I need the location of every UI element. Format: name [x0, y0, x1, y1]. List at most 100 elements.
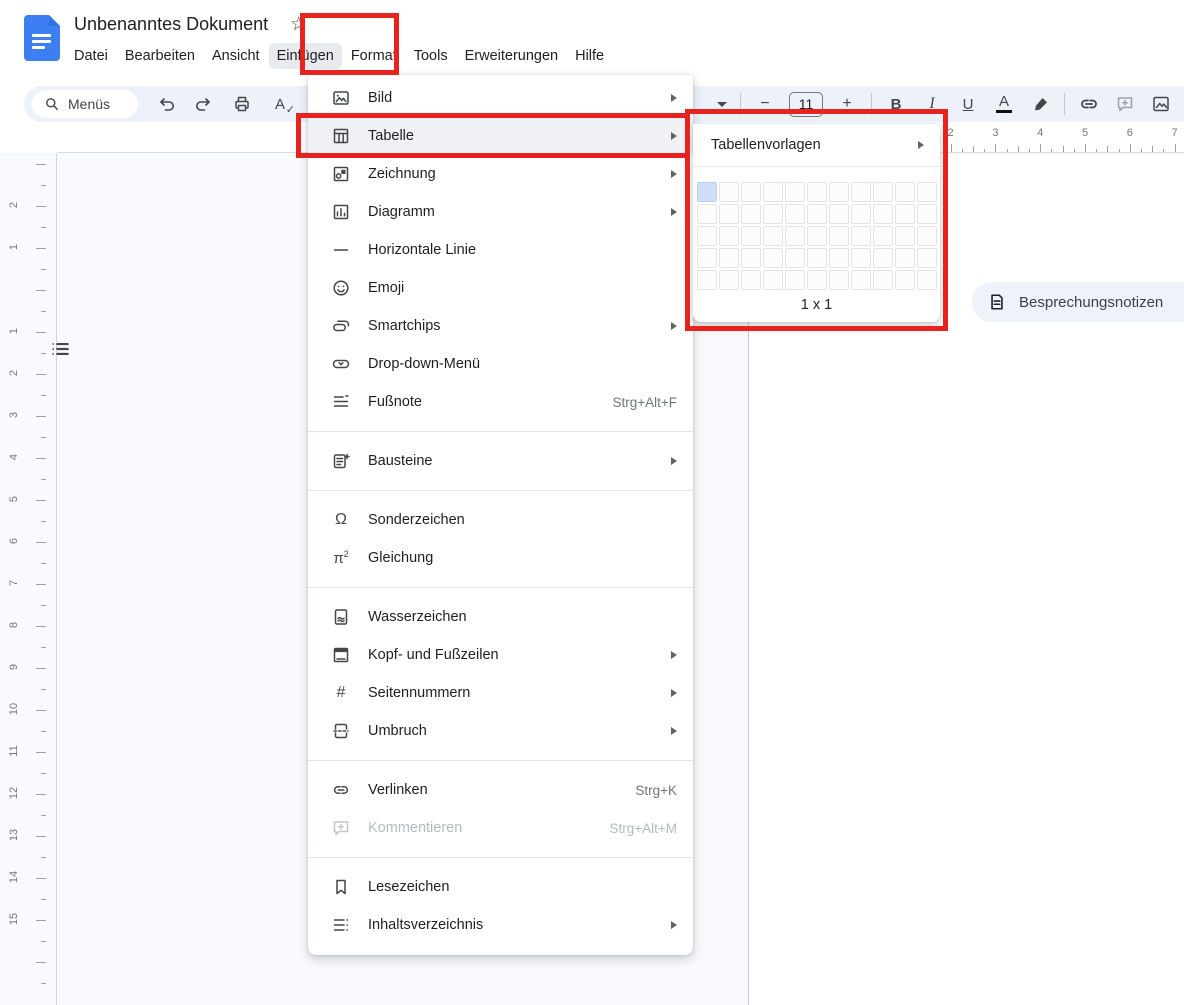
table-grid-cell[interactable] — [807, 182, 827, 202]
table-grid-cell[interactable] — [917, 248, 937, 268]
table-grid-cell[interactable] — [895, 182, 915, 202]
font-size-input[interactable]: 11 — [789, 91, 823, 117]
table-grid-cell[interactable] — [873, 270, 893, 290]
menu-item-umbruch[interactable]: Umbruch — [308, 712, 693, 750]
table-grid-cell[interactable] — [917, 204, 937, 224]
table-grid-cell[interactable] — [741, 182, 761, 202]
menu-item-drop-down-men[interactable]: Drop-down-Menü — [308, 345, 693, 383]
add-comment-icon[interactable] — [1113, 92, 1137, 116]
spellcheck-icon[interactable]: A ✓ — [268, 92, 295, 117]
increase-font-button[interactable]: + — [835, 92, 859, 116]
underline-button[interactable]: U — [956, 92, 980, 116]
table-grid-cell[interactable] — [873, 248, 893, 268]
table-grid-cell[interactable] — [917, 182, 937, 202]
table-grid-cell[interactable] — [851, 226, 871, 246]
table-grid-cell[interactable] — [807, 270, 827, 290]
zoom-caret-icon[interactable] — [716, 92, 728, 116]
table-grid-cell[interactable] — [785, 226, 805, 246]
table-grid-cell[interactable] — [895, 248, 915, 268]
menu-item-wasserzeichen[interactable]: Wasserzeichen — [308, 598, 693, 636]
document-outline-icon[interactable] — [46, 335, 74, 363]
menus-search-button[interactable]: Menüs — [32, 90, 138, 118]
document-title[interactable]: Unbenanntes Dokument — [74, 14, 268, 35]
menubar-item-format[interactable]: Format — [343, 43, 405, 69]
menu-item-tabelle[interactable]: Tabelle — [308, 117, 693, 155]
menu-item-diagramm[interactable]: Diagramm — [308, 193, 693, 231]
menu-item-smartchips[interactable]: Smartchips — [308, 307, 693, 345]
highlight-color-icon[interactable] — [1028, 92, 1052, 116]
menu-item-kopf-und-fu-zeilen[interactable]: Kopf- und Fußzeilen — [308, 636, 693, 674]
menubar-item-tools[interactable]: Tools — [406, 43, 456, 69]
table-grid-cell[interactable] — [763, 248, 783, 268]
table-grid-cell[interactable] — [697, 270, 717, 290]
table-grid-cell[interactable] — [851, 204, 871, 224]
menubar-item-bearbeiten[interactable]: Bearbeiten — [117, 43, 203, 69]
table-grid-cell[interactable] — [895, 226, 915, 246]
menu-item-fu-note[interactable]: Fußnote Strg+Alt+F — [308, 383, 693, 421]
table-grid-cell[interactable] — [807, 248, 827, 268]
table-grid-cell[interactable] — [785, 248, 805, 268]
table-grid-cell[interactable] — [895, 204, 915, 224]
menu-item-tabellenvorlagen[interactable]: Tabellenvorlagen — [693, 124, 940, 166]
table-grid-cell[interactable] — [829, 204, 849, 224]
table-grid-cell[interactable] — [851, 248, 871, 268]
redo-icon[interactable] — [192, 92, 216, 116]
menu-item-bild[interactable]: Bild — [308, 79, 693, 117]
table-grid-cell[interactable] — [763, 182, 783, 202]
vertical-ruler[interactable]: 2 1 1 2 3 4 5 6 7 8 9 10 11 12 13 14 15 — [0, 153, 57, 1005]
star-icon[interactable]: ☆ — [290, 15, 307, 34]
table-grid-cell[interactable] — [719, 204, 739, 224]
insert-image-icon[interactable] — [1149, 92, 1173, 116]
table-grid-cell[interactable] — [829, 248, 849, 268]
table-grid-cell[interactable] — [741, 248, 761, 268]
menubar-item-datei[interactable]: Datei — [66, 43, 116, 69]
menu-item-bausteine[interactable]: Bausteine — [308, 442, 693, 480]
table-grid-cell[interactable] — [873, 226, 893, 246]
text-color-button[interactable]: A — [992, 92, 1016, 116]
table-grid-cell[interactable] — [741, 270, 761, 290]
menu-item-verlinken[interactable]: Verlinken Strg+K — [308, 771, 693, 809]
table-grid-cell[interactable] — [785, 204, 805, 224]
table-grid-cell[interactable] — [719, 226, 739, 246]
table-grid-cell[interactable] — [697, 182, 717, 202]
table-grid-cell[interactable] — [807, 204, 827, 224]
table-grid-cell[interactable] — [829, 270, 849, 290]
table-grid-cell[interactable] — [763, 270, 783, 290]
menubar-item-hilfe[interactable]: Hilfe — [567, 43, 612, 69]
menubar-item-einf-gen[interactable]: Einfügen — [268, 43, 342, 69]
table-grid-cell[interactable] — [829, 226, 849, 246]
table-grid-cell[interactable] — [719, 270, 739, 290]
menu-item-zeichnung[interactable]: Zeichnung — [308, 155, 693, 193]
table-grid-cell[interactable] — [741, 226, 761, 246]
menu-item-inhaltsverzeichnis[interactable]: Inhaltsverzeichnis — [308, 906, 693, 944]
bold-button[interactable]: B — [884, 92, 908, 116]
menu-item-sonderzeichen[interactable]: Ω Sonderzeichen — [308, 501, 693, 539]
table-grid-cell[interactable] — [741, 204, 761, 224]
menubar-item-ansicht[interactable]: Ansicht — [204, 43, 268, 69]
menu-item-gleichung[interactable]: π2 Gleichung — [308, 539, 693, 577]
table-grid-cell[interactable] — [807, 226, 827, 246]
menu-item-horizontale-linie[interactable]: Horizontale Linie — [308, 231, 693, 269]
table-grid-cell[interactable] — [851, 182, 871, 202]
print-icon[interactable] — [230, 92, 254, 116]
table-grid-cell[interactable] — [763, 226, 783, 246]
menu-item-kommentieren[interactable]: Kommentieren Strg+Alt+M — [308, 809, 693, 847]
table-grid-cell[interactable] — [719, 182, 739, 202]
table-grid-cell[interactable] — [785, 182, 805, 202]
table-grid-cell[interactable] — [917, 226, 937, 246]
undo-icon[interactable] — [154, 92, 178, 116]
menu-item-emoji[interactable]: Emoji — [308, 269, 693, 307]
table-grid-cell[interactable] — [829, 182, 849, 202]
table-grid-cell[interactable] — [917, 270, 937, 290]
table-grid-cell[interactable] — [895, 270, 915, 290]
menu-item-seitennummern[interactable]: # Seitennummern — [308, 674, 693, 712]
table-grid-cell[interactable] — [719, 248, 739, 268]
link-icon[interactable] — [1077, 92, 1101, 116]
table-grid-cell[interactable] — [873, 204, 893, 224]
meeting-notes-button[interactable]: Besprechungsnotizen — [972, 282, 1184, 322]
italic-button[interactable]: I — [920, 92, 944, 116]
table-grid-cell[interactable] — [697, 248, 717, 268]
table-grid-cell[interactable] — [697, 204, 717, 224]
table-grid-cell[interactable] — [873, 182, 893, 202]
decrease-font-button[interactable]: − — [753, 92, 777, 116]
